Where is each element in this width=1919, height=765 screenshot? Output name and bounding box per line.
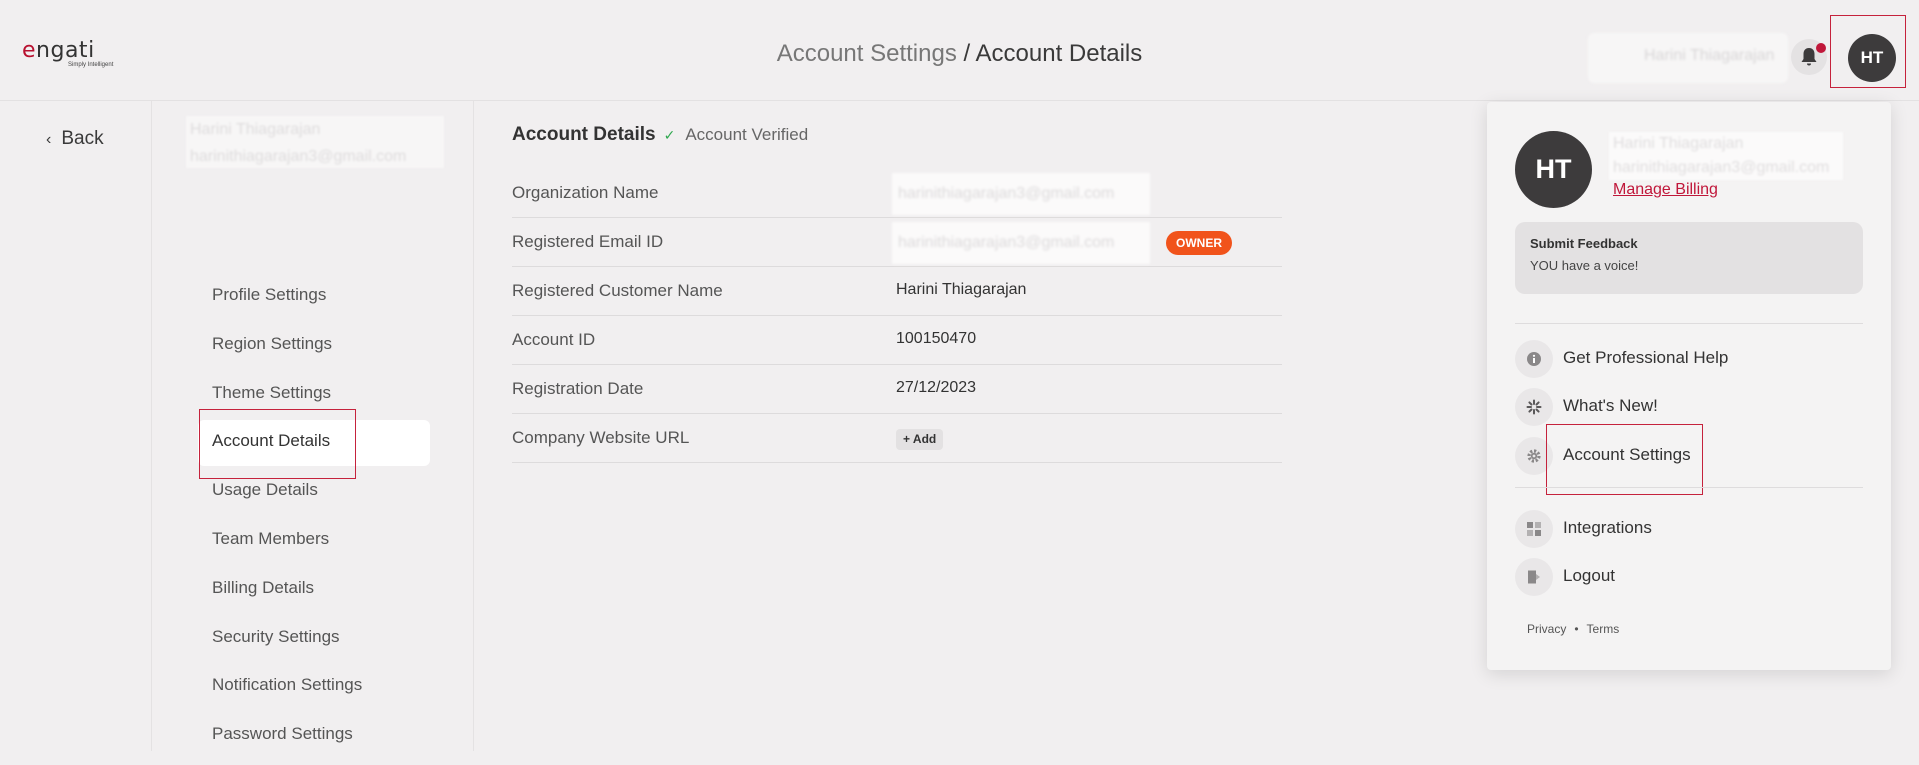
nav-item-team-members[interactable]: Team Members (198, 518, 430, 564)
footer-separator: • (1574, 622, 1579, 636)
registration-date-value: 27/12/2023 (896, 379, 977, 396)
back-label: Back (61, 128, 104, 149)
privacy-link[interactable]: Privacy (1527, 622, 1566, 636)
detail-row-company-website: Company Website URL + Add (512, 414, 1282, 463)
detail-label: Registration Date (512, 379, 644, 398)
menu-item-logout[interactable]: Logout (1515, 558, 1863, 596)
customer-name-value: Harini Thiagarajan (896, 281, 1027, 298)
account-details-table: Organization Name harinithiagarajan3@gma… (512, 169, 1282, 463)
detail-label: Organization Name (512, 183, 659, 202)
nav-item-password-settings[interactable]: Password Settings (198, 713, 430, 759)
feedback-title: Submit Feedback (1530, 236, 1638, 251)
notifications-button[interactable] (1791, 39, 1827, 75)
info-icon (1515, 340, 1553, 378)
menu-item-label: Get Professional Help (1563, 348, 1729, 367)
chevron-left-icon: ‹ (46, 131, 52, 148)
dropdown-user-email: harinithiagarajan3@gmail.com (1613, 159, 1830, 176)
sidebar-user-name: Harini Thiagarajan (190, 121, 321, 138)
dropdown-footer: Privacy • Terms (1527, 622, 1619, 636)
breadcrumb-separator: / (956, 40, 976, 67)
account-id-value: 100150470 (896, 330, 977, 347)
submit-feedback-card[interactable]: Submit Feedback YOU have a voice! (1515, 222, 1863, 294)
divider (473, 101, 474, 751)
dropdown-user-name: Harini Thiagarajan (1613, 135, 1744, 152)
details-header: Account Details ✓ Account Verified (512, 124, 808, 146)
menu-item-label: Integrations (1563, 518, 1652, 537)
add-website-button[interactable]: + Add (896, 429, 944, 450)
settings-nav: Profile Settings Region Settings Theme S… (198, 274, 430, 762)
menu-item-professional-help[interactable]: Get Professional Help (1515, 340, 1863, 378)
notification-badge (1816, 43, 1826, 53)
dropdown-avatar: HT (1515, 131, 1592, 208)
logout-icon (1515, 558, 1553, 596)
user-dropdown-menu: HT Harini Thiagarajan harinithiagarajan3… (1487, 102, 1891, 670)
breadcrumb-current: Account Details (975, 40, 1143, 67)
divider (1515, 487, 1863, 488)
manage-billing-link[interactable]: Manage Billing (1613, 181, 1718, 199)
nav-item-security-settings[interactable]: Security Settings (198, 616, 430, 662)
details-title: Account Details (512, 124, 656, 145)
terms-link[interactable]: Terms (1587, 622, 1620, 636)
sparkle-icon (1515, 388, 1553, 426)
feedback-subtitle: YOU have a voice! (1530, 258, 1639, 273)
sidebar-user-email: harinithiagarajan3@gmail.com (190, 148, 407, 165)
nav-item-notification-settings[interactable]: Notification Settings (198, 664, 430, 710)
organization-name-value: harinithiagarajan3@gmail.com (892, 173, 1150, 215)
owner-badge: OWNER (1166, 231, 1232, 255)
detail-row-registered-email: Registered Email ID harinithiagarajan3@g… (512, 218, 1282, 267)
detail-row-organization-name: Organization Name harinithiagarajan3@gma… (512, 169, 1282, 218)
detail-row-account-id: Account ID 100150470 (512, 316, 1282, 365)
nav-item-billing-details[interactable]: Billing Details (198, 567, 430, 613)
divider (151, 101, 152, 751)
sidebar-user-info: Harini Thiagarajan harinithiagarajan3@gm… (186, 116, 444, 168)
integrations-icon (1515, 510, 1553, 548)
avatar-highlight (1830, 15, 1906, 88)
verified-label: Account Verified (685, 125, 809, 144)
menu-item-whats-new[interactable]: What's New! (1515, 388, 1863, 426)
detail-label: Registered Customer Name (512, 281, 723, 300)
detail-row-registration-date: Registration Date 27/12/2023 (512, 365, 1282, 414)
detail-label: Registered Email ID (512, 232, 664, 251)
check-icon: ✓ (663, 127, 676, 143)
dropdown-user-info: Harini Thiagarajan harinithiagarajan3@gm… (1609, 132, 1843, 180)
account-settings-highlight (1546, 424, 1703, 495)
nav-item-profile-settings[interactable]: Profile Settings (198, 274, 430, 320)
detail-label: Account ID (512, 330, 596, 349)
breadcrumb-parent[interactable]: Account Settings (777, 40, 957, 67)
top-header: engati Simply Intelligent Account Settin… (0, 0, 1919, 101)
bell-icon (1801, 48, 1817, 66)
menu-item-label: Logout (1563, 566, 1615, 585)
registered-email-value: harinithiagarajan3@gmail.com (892, 222, 1150, 264)
detail-label: Company Website URL (512, 428, 690, 447)
divider (1515, 323, 1863, 324)
back-button[interactable]: ‹ Back (46, 128, 104, 150)
menu-item-integrations[interactable]: Integrations (1515, 510, 1863, 548)
nav-item-region-settings[interactable]: Region Settings (198, 323, 430, 369)
menu-item-label: What's New! (1563, 396, 1658, 415)
detail-row-customer-name: Registered Customer Name Harini Thiagara… (512, 267, 1282, 316)
header-user-name[interactable]: Harini Thiagarajan (1588, 33, 1788, 83)
active-nav-highlight (199, 409, 356, 479)
